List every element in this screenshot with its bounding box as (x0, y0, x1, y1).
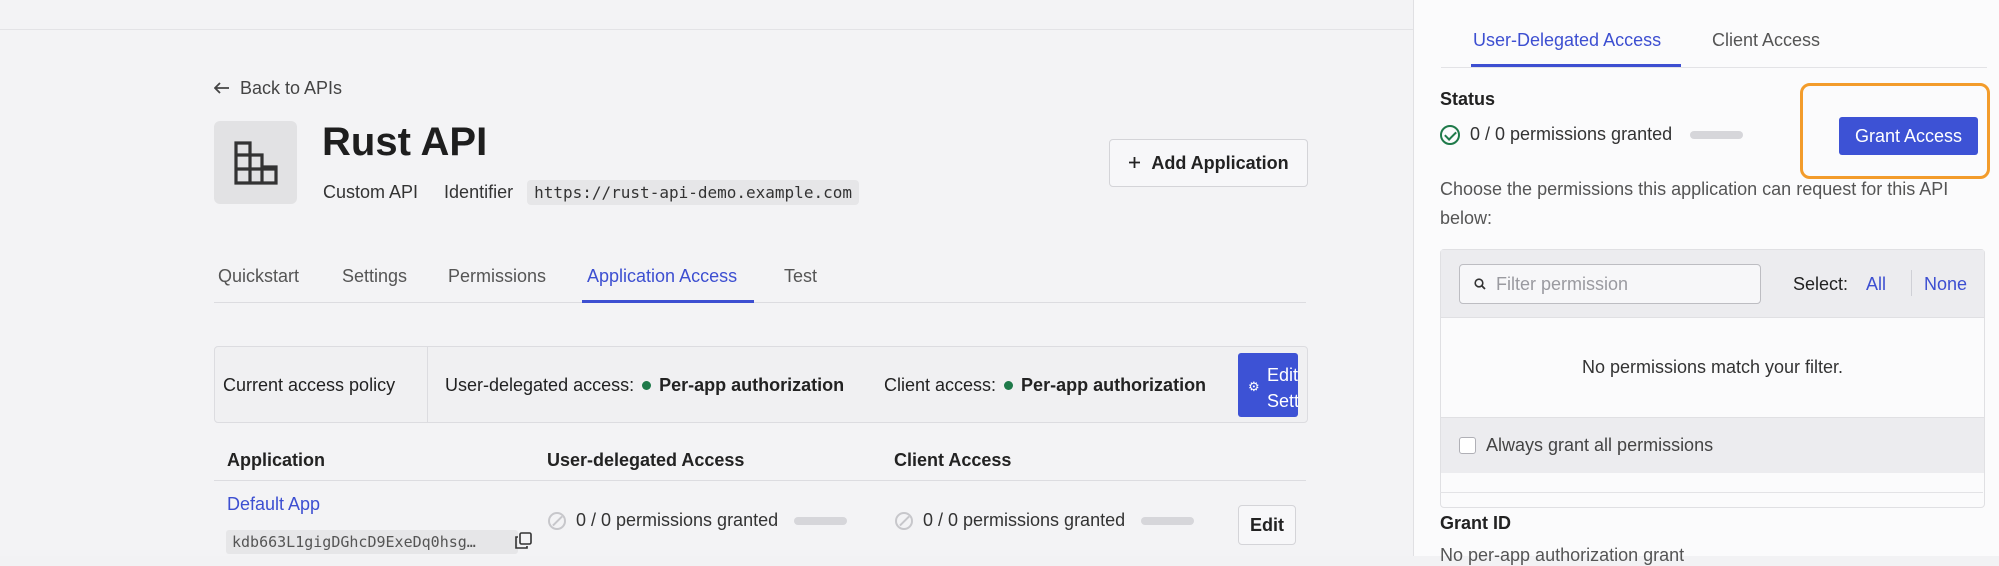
access-policy-bar: Current access policy User-delegated acc… (214, 346, 1308, 423)
column-header-client: Client Access (894, 450, 1012, 470)
grant-access-button[interactable]: Grant Access (1839, 117, 1978, 155)
filter-area: Filter permission Select: All None (1441, 250, 1984, 318)
top-divider (0, 29, 1413, 30)
column-header-user-delegated: User-delegated Access (547, 450, 745, 470)
client-policy-value: Per-app authorization (1021, 375, 1207, 395)
user-delegated-permissions-text: 0 / 0 permissions granted (576, 510, 779, 530)
user-delegated-policy: User-delegated access: Per-app authoriza… (445, 375, 844, 396)
user-delegated-policy-value: Per-app authorization (659, 375, 845, 395)
back-to-apis-link[interactable]: Back to APIs (213, 78, 343, 99)
progress-bar (1141, 516, 1195, 525)
select-all-link[interactable]: All (1866, 274, 1886, 295)
tab-user-delegated-access[interactable]: User-Delegated Access (1473, 30, 1661, 51)
table-header: Application User-delegated Access Client… (214, 450, 1306, 481)
tab-application-access[interactable]: Application Access (587, 266, 737, 287)
not-allowed-icon (895, 511, 913, 530)
tab-client-access[interactable]: Client Access (1712, 30, 1820, 51)
gear-icon: ⚙ (1248, 379, 1260, 394)
copy-icon[interactable] (515, 532, 532, 554)
api-type: Custom API (323, 182, 419, 202)
main-area: Back to APIs Rust API Custom API Identif… (0, 0, 1413, 556)
tab-settings[interactable]: Settings (342, 266, 407, 287)
not-allowed-icon (548, 511, 566, 530)
progress-bar (794, 516, 848, 525)
client-permissions: 0 / 0 permissions granted (895, 510, 1195, 531)
client-policy: Client access: Per-app authorization (884, 375, 1206, 396)
always-grant-checkbox[interactable] (1459, 437, 1476, 454)
back-link-label: Back to APIs (240, 78, 343, 98)
status-label: Status (1440, 89, 1496, 109)
status-value: 0 / 0 permissions granted (1470, 124, 1673, 144)
arrow-left-icon (213, 78, 230, 99)
api-tabs: Quickstart Settings Permissions Applicat… (214, 262, 1306, 303)
grant-id-divider (1440, 492, 1983, 493)
tab-test[interactable]: Test (784, 266, 817, 287)
status-dot-icon (1004, 381, 1014, 390)
grant-id-label: Grant ID (1440, 513, 1512, 533)
status-row: 0 / 0 permissions granted (1440, 124, 1744, 145)
check-circle-icon (1440, 124, 1460, 145)
api-identifier: https://rust-api-demo.example.com (527, 180, 859, 205)
edit-app-access-button[interactable]: Edit (1238, 505, 1296, 545)
tab-quickstart[interactable]: Quickstart (218, 266, 299, 287)
user-delegated-permissions: 0 / 0 permissions granted (548, 510, 848, 531)
status-dot-icon (642, 381, 652, 390)
policy-label: Current access policy (223, 375, 396, 395)
building-icon (214, 121, 297, 204)
active-panel-tab-indicator (1471, 64, 1681, 67)
panel-tabs: User-Delegated Access Client Access (1441, 0, 1987, 68)
filter-placeholder: Filter permission (1496, 273, 1629, 294)
user-delegated-policy-label: User-delegated access: (445, 375, 635, 395)
always-grant-row[interactable]: Always grant all permissions (1441, 417, 1984, 473)
active-tab-indicator (582, 300, 754, 303)
edit-settings-label-2: Settings (1267, 391, 1298, 411)
add-application-label: Add Application (1151, 152, 1289, 173)
client-id: kdb663L1gigDGhcD9ExeDq0hsg… (226, 530, 518, 554)
permissions-box: Filter permission Select: All None No pe… (1440, 249, 1985, 508)
client-permissions-text: 0 / 0 permissions granted (923, 510, 1126, 530)
edit-settings-button[interactable]: ⚙ Edit Settings (1238, 353, 1298, 417)
empty-permissions-message: No permissions match your filter. (1581, 357, 1844, 377)
select-none-link[interactable]: None (1924, 274, 1967, 295)
client-policy-label: Client access: (884, 375, 997, 395)
select-divider (1911, 270, 1912, 296)
identifier-label: Identifier (444, 182, 514, 202)
api-title: Rust API (322, 120, 488, 164)
status-progress-bar (1690, 130, 1744, 139)
select-label: Select: (1793, 274, 1849, 294)
edit-settings-label-1: Edit (1267, 365, 1298, 385)
column-header-application: Application (227, 450, 325, 470)
panel-description: Choose the permissions this application … (1440, 179, 1949, 228)
always-grant-label: Always grant all permissions (1486, 435, 1714, 455)
application-link[interactable]: Default App (227, 494, 320, 515)
tab-permissions[interactable]: Permissions (448, 266, 546, 287)
filter-permission-input[interactable]: Filter permission (1459, 264, 1761, 304)
search-icon (1474, 274, 1486, 295)
plus-icon (1128, 153, 1141, 174)
api-meta: Custom API Identifier https://rust-api-d… (323, 180, 859, 205)
add-application-button[interactable]: Add Application (1109, 139, 1308, 187)
policy-divider (427, 347, 428, 422)
